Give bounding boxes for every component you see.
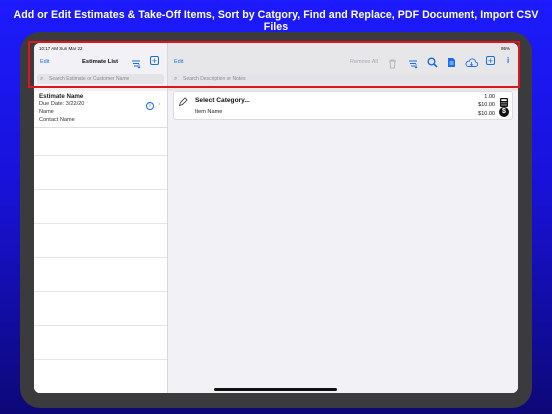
list-divider — [34, 189, 167, 190]
list-divider — [34, 257, 167, 258]
status-bar: 10:17 AM Sun Mar 22 95% — [34, 43, 518, 53]
list-divider — [34, 223, 167, 224]
status-time: 10:17 AM Sun Mar 22 — [39, 46, 83, 51]
estimate-list-pane: Edit Estimate List + ⌕ Search Estimate o… — [34, 43, 168, 393]
search-icon[interactable] — [427, 55, 438, 73]
item-total: $10.00 — [478, 111, 495, 117]
info-icon[interactable]: i — [146, 102, 154, 110]
estimate-list-title: Estimate List — [82, 59, 119, 65]
info-icon[interactable]: i — [507, 56, 509, 65]
promo-banner: Add or Edit Estimates & Take-Off Items, … — [13, 9, 539, 33]
estimate-list-item[interactable]: Estimate Name Due Date: 3/22/20 Name Con… — [34, 91, 167, 128]
search-icon: ⌕ — [174, 76, 178, 82]
home-indicator — [214, 388, 337, 391]
dollar-icon[interactable]: $ — [499, 107, 509, 117]
search-icon: ⌕ — [40, 76, 44, 82]
estimate-edit-button[interactable]: Edit — [40, 59, 49, 65]
item-name-label: Item Name — [195, 109, 223, 115]
add-item-button[interactable]: + — [486, 56, 495, 66]
pencil-icon[interactable] — [178, 94, 188, 112]
item-quantity: 1.00 — [484, 94, 495, 100]
trash-icon[interactable] — [388, 56, 397, 74]
items-edit-button[interactable]: Edit — [174, 59, 183, 65]
cloud-import-icon[interactable] — [465, 55, 479, 73]
takeoff-items-pane: Edit Remove All + i ⌕ Search Description… — [168, 43, 518, 393]
estimate-name: Estimate Name — [39, 93, 84, 100]
list-divider — [34, 359, 167, 360]
remove-all-button[interactable]: Remove All — [350, 59, 378, 65]
estimate-due-date: Due Date: 3/22/20 — [39, 101, 85, 107]
estimate-contact-name: Contact Name — [39, 117, 75, 123]
list-divider — [34, 155, 167, 156]
estimate-search-input[interactable]: ⌕ Search Estimate or Customer Name — [37, 74, 164, 84]
item-price: $10.00 — [478, 102, 495, 108]
sort-icon[interactable] — [131, 56, 141, 74]
select-category-label[interactable]: Select Category... — [195, 97, 250, 104]
add-estimate-button[interactable]: + — [150, 56, 159, 66]
sort-icon[interactable] — [408, 56, 418, 74]
takeoff-item-row[interactable]: Select Category... Item Name 1.00 $10.00… — [173, 91, 513, 120]
list-divider — [34, 291, 167, 292]
document-icon[interactable] — [447, 55, 456, 73]
item-search-input[interactable]: ⌕ Search Description or Notes — [171, 74, 517, 84]
battery-indicator: 95% — [500, 46, 510, 51]
chevron-right-icon: › — [158, 101, 161, 108]
app-screen: Edit Estimate List + ⌕ Search Estimate o… — [34, 43, 518, 393]
list-divider — [34, 325, 167, 326]
estimate-customer-name: Name — [39, 109, 54, 115]
